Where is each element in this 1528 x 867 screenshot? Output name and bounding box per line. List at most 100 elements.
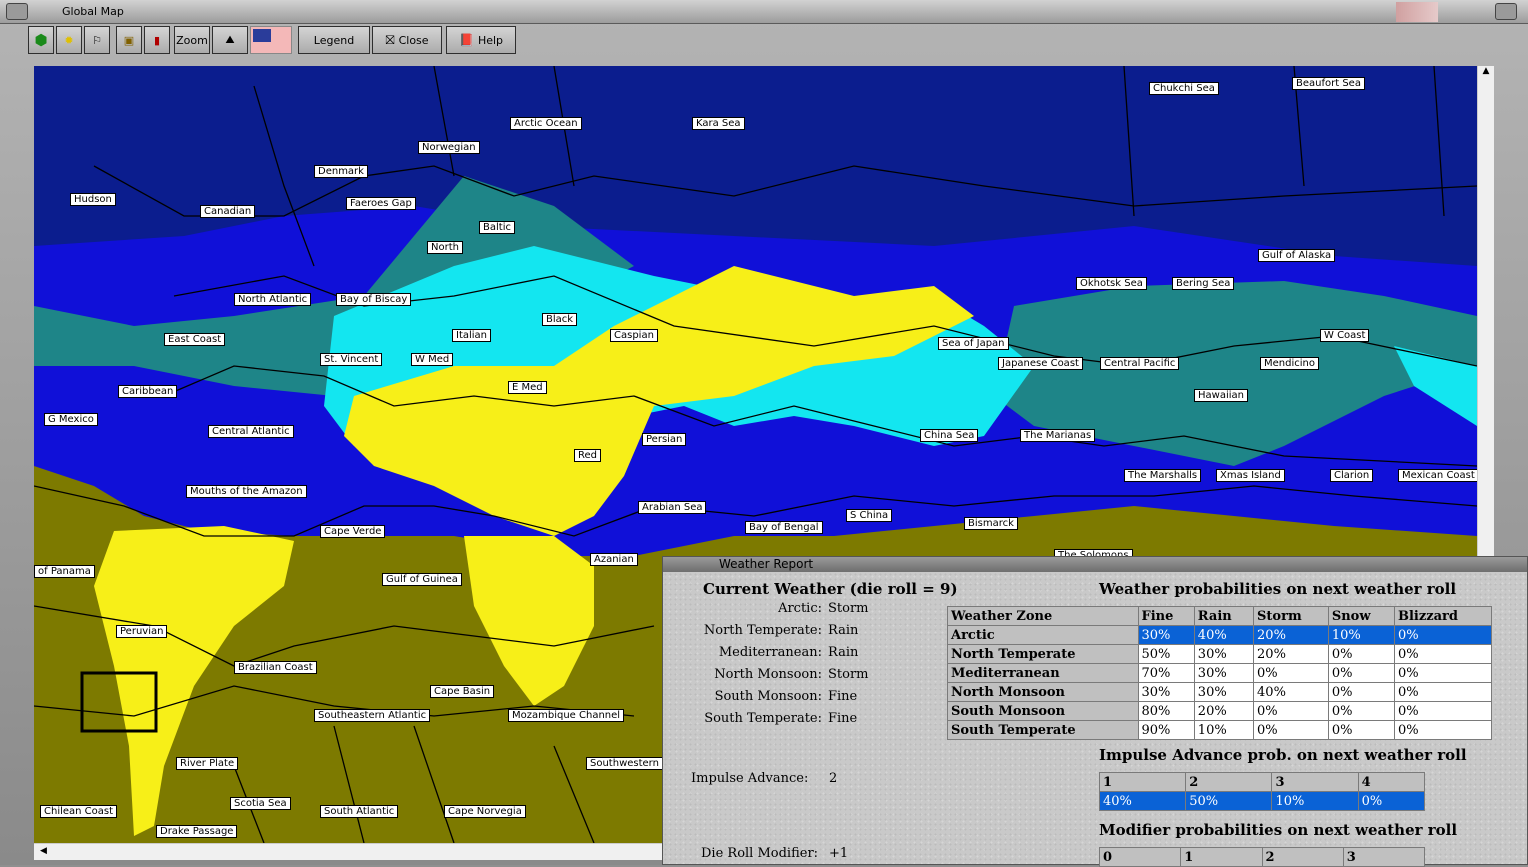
- zone-label[interactable]: Japanese Coast: [998, 357, 1083, 370]
- zone-label[interactable]: Arabian Sea: [638, 501, 707, 514]
- legend-button[interactable]: Legend: [298, 26, 370, 54]
- zone-label[interactable]: Bay of Bengal: [745, 521, 823, 534]
- help-button[interactable]: 📕 Help: [446, 26, 516, 54]
- zone-label[interactable]: North: [427, 241, 463, 254]
- terrain-button[interactable]: ⛰: [212, 26, 248, 54]
- zone-label[interactable]: Red: [574, 449, 601, 462]
- zone-label[interactable]: W Med: [411, 353, 454, 366]
- probability-cell: 0%: [1393, 644, 1493, 664]
- zone-label[interactable]: Bering Sea: [1172, 277, 1235, 290]
- close-button[interactable]: ⛝ Close: [372, 26, 442, 54]
- zone-label[interactable]: Southwestern: [586, 757, 663, 770]
- zone-label[interactable]: Canadian: [200, 205, 256, 218]
- zone-label[interactable]: Mexican Coast: [1398, 469, 1477, 482]
- zone-label[interactable]: Clarion: [1330, 469, 1374, 482]
- zone-label[interactable]: East Coast: [164, 333, 226, 346]
- zone-label[interactable]: W Coast: [1320, 329, 1370, 342]
- zone-label[interactable]: Gulf of Guinea: [382, 573, 462, 586]
- units-toggle-button[interactable]: ▣: [116, 26, 142, 54]
- zone-label[interactable]: Central Pacific: [1100, 357, 1180, 370]
- zone-label[interactable]: Persian: [642, 433, 687, 446]
- zone-label[interactable]: Caribbean: [118, 385, 178, 398]
- zone-label[interactable]: Gulf of Alaska: [1258, 249, 1336, 262]
- toolbar: ⬢ ✹ ⚐ ▣ ▮ Zoom ⛰ Legend ⛝ Close 📕 Help: [24, 26, 1504, 56]
- scroll-left-icon[interactable]: ◀: [40, 846, 47, 856]
- zoom-button[interactable]: Zoom: [174, 26, 210, 54]
- zone-label[interactable]: Mouths of the Amazon: [186, 485, 307, 498]
- zone-label[interactable]: S China: [846, 509, 893, 522]
- zone-label[interactable]: Beaufort Sea: [1292, 77, 1365, 90]
- zone-label[interactable]: Cape Norvegia: [444, 805, 526, 818]
- map-horizontal-scrollbar[interactable]: ◀: [34, 843, 662, 860]
- zone-label[interactable]: Black: [542, 313, 578, 326]
- zone-label[interactable]: Azanian: [590, 553, 638, 566]
- impulse-column-header: 1: [1098, 772, 1187, 792]
- zone-label[interactable]: Hudson: [70, 193, 116, 206]
- zone-label[interactable]: Brazilian Coast: [234, 661, 317, 674]
- zone-label[interactable]: The Marianas: [1020, 429, 1096, 442]
- zone-label[interactable]: G Mexico: [44, 413, 98, 426]
- zone-label[interactable]: Mozambique Channel: [508, 709, 625, 722]
- zone-label[interactable]: The Marshalls: [1124, 469, 1202, 482]
- zone-label[interactable]: Chukchi Sea: [1149, 82, 1219, 95]
- zone-label[interactable]: Xmas Island: [1216, 469, 1285, 482]
- zone-label[interactable]: Kara Sea: [692, 117, 745, 130]
- zone-label[interactable]: Caspian: [610, 329, 658, 342]
- table-row[interactable]: North Temperate 50% 30% 20% 0% 0%: [947, 644, 1493, 664]
- zone-label[interactable]: Sea of Japan: [938, 337, 1009, 350]
- zone-label[interactable]: Denmark: [314, 165, 368, 178]
- zone-label[interactable]: Chilean Coast: [40, 805, 118, 818]
- zone-label[interactable]: Bismarck: [964, 517, 1018, 530]
- probabilities-heading: Weather probabilities on next weather ro…: [1099, 580, 1457, 598]
- thermometer-icon: ▮: [153, 33, 161, 47]
- table-row[interactable]: Arctic 30% 40% 20% 10% 0%: [947, 625, 1493, 645]
- zone-label[interactable]: Mendicino: [1260, 357, 1319, 370]
- close-window-icon[interactable]: [1495, 3, 1517, 20]
- nation-flag-button[interactable]: [250, 26, 292, 54]
- probability-cell: 0%: [1327, 644, 1395, 664]
- title-bar: Global Map: [0, 0, 1528, 24]
- current-weather-zone: South Monsoon:: [714, 689, 822, 704]
- zone-label[interactable]: Bay of Biscay: [336, 293, 412, 306]
- table-row[interactable]: North Monsoon 30% 30% 40% 0% 0%: [947, 682, 1493, 702]
- current-weather-value: Storm: [828, 601, 869, 616]
- zone-label[interactable]: Baltic: [479, 221, 515, 234]
- probability-cell: 70%: [1137, 663, 1195, 683]
- zone-label[interactable]: Peruvian: [116, 625, 168, 638]
- zone-label[interactable]: Hawaiian: [1194, 389, 1248, 402]
- probability-cell: 10%: [1193, 720, 1255, 740]
- zone-label[interactable]: of Panama: [34, 565, 95, 578]
- scroll-up-icon[interactable]: ▲: [1478, 66, 1494, 76]
- system-menu-icon[interactable]: [6, 3, 28, 20]
- table-row[interactable]: Mediterranean 70% 30% 0% 0% 0%: [947, 663, 1493, 683]
- table-row[interactable]: South Monsoon 80% 20% 0% 0% 0%: [947, 701, 1493, 721]
- weather-toggle-button[interactable]: ✹: [56, 26, 82, 54]
- zone-label[interactable]: Norwegian: [418, 141, 480, 154]
- zone-label[interactable]: North Atlantic: [234, 293, 312, 306]
- zone-label[interactable]: Central Atlantic: [208, 425, 294, 438]
- zone-label[interactable]: China Sea: [920, 429, 979, 442]
- probability-cell: 0%: [1393, 682, 1493, 702]
- flag-toggle-button[interactable]: ⚐: [84, 26, 110, 54]
- zone-label[interactable]: Scotia Sea: [230, 797, 291, 810]
- zone-label[interactable]: River Plate: [176, 757, 239, 770]
- probability-cell: 20%: [1193, 701, 1255, 721]
- probability-cell: 30%: [1193, 682, 1255, 702]
- zone-label[interactable]: Southeastern Atlantic: [314, 709, 431, 722]
- zone-label[interactable]: Faeroes Gap: [346, 197, 416, 210]
- hex-toggle-button[interactable]: ⬢: [28, 26, 54, 54]
- zone-label[interactable]: Drake Passage: [156, 825, 238, 838]
- thermometer-button[interactable]: ▮: [144, 26, 170, 54]
- table-row[interactable]: South Temperate 90% 10% 0% 0% 0%: [947, 720, 1493, 740]
- zone-label[interactable]: Italian: [452, 329, 492, 342]
- table-column-header: Weather Zone: [947, 606, 1139, 626]
- zone-label[interactable]: Cape Verde: [320, 525, 386, 538]
- zone-label[interactable]: St. Vincent: [320, 353, 383, 366]
- zone-label[interactable]: Cape Basin: [430, 685, 495, 698]
- zone-label[interactable]: South Atlantic: [320, 805, 399, 818]
- zone-label[interactable]: Okhotsk Sea: [1076, 277, 1147, 290]
- impulse-advance-label: Impulse Advance:: [691, 771, 809, 786]
- zone-label[interactable]: Arctic Ocean: [510, 117, 582, 130]
- probability-cell: 30%: [1193, 663, 1255, 683]
- zone-label[interactable]: E Med: [508, 381, 547, 394]
